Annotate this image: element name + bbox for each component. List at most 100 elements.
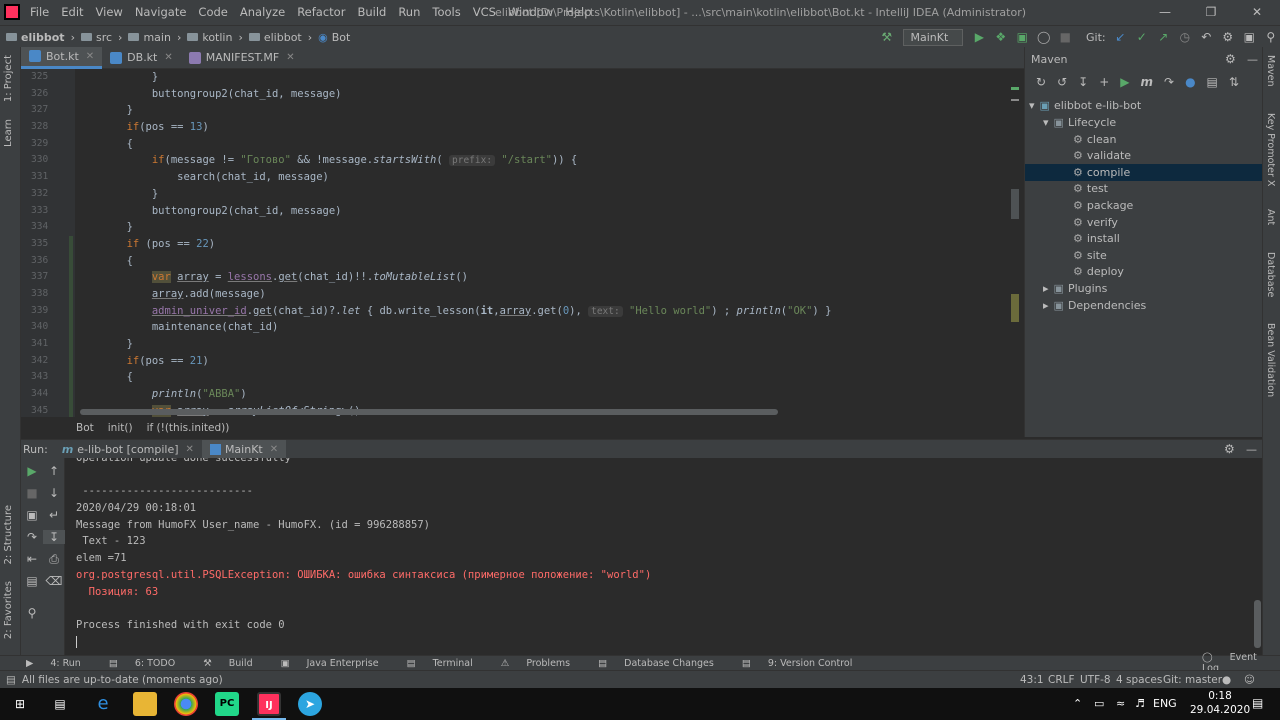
crumb-function[interactable]: init() bbox=[108, 422, 133, 434]
crumb-main[interactable]: main bbox=[143, 31, 170, 44]
goal-install[interactable]: ⚙ install bbox=[1073, 230, 1120, 247]
wifi-icon[interactable]: ≈ bbox=[1116, 697, 1125, 710]
file-explorer-icon[interactable] bbox=[133, 692, 157, 716]
menu-analyze[interactable]: Analyze bbox=[234, 0, 291, 25]
pin-icon[interactable]: ⚲ bbox=[21, 606, 43, 620]
clock-time[interactable]: 0:18 bbox=[1196, 690, 1244, 702]
restore-icon[interactable]: ❐ bbox=[1188, 0, 1234, 25]
git-commit-icon[interactable]: ✓ bbox=[1135, 30, 1148, 44]
goal-site[interactable]: ⚙ site bbox=[1073, 247, 1107, 264]
menu-code[interactable]: Code bbox=[192, 0, 233, 25]
crumb-elibbot[interactable]: elibbot bbox=[264, 31, 302, 44]
close-icon[interactable]: ✕ bbox=[286, 52, 294, 63]
tray-chevron-icon[interactable]: ⌃ bbox=[1073, 697, 1082, 710]
code-editor[interactable]: } buttongroup2(chat_id, message) } if(po… bbox=[76, 69, 1006, 417]
stop-icon[interactable]: ■ bbox=[1059, 30, 1072, 44]
dependencies-node[interactable]: ▸ ▣ Dependencies bbox=[1043, 297, 1146, 314]
download-icon[interactable]: ↧ bbox=[1078, 75, 1088, 89]
battery-icon[interactable]: ▭ bbox=[1094, 697, 1104, 710]
search-icon[interactable]: ⚲ bbox=[1264, 30, 1277, 44]
menu-run[interactable]: Run bbox=[392, 0, 426, 25]
soft-wrap-icon[interactable]: ↵ bbox=[43, 508, 65, 522]
plugins-node[interactable]: ▸ ▣ Plugins bbox=[1043, 280, 1107, 297]
tab-maven[interactable]: Maven bbox=[1265, 55, 1276, 87]
tool-tab-problems[interactable]: ⚠ Problems bbox=[501, 658, 584, 669]
tool-tab-todo[interactable]: ▤ 6: TODO bbox=[109, 658, 189, 669]
lifecycle-node[interactable]: ▾ ▣ Lifecycle bbox=[1043, 114, 1116, 131]
console-cursor[interactable] bbox=[76, 635, 1252, 648]
editor-horizontal-scrollbar[interactable] bbox=[80, 409, 778, 415]
run-icon[interactable]: ▶ bbox=[973, 30, 986, 44]
tab-ant[interactable]: Ant bbox=[1265, 209, 1276, 225]
goal-package[interactable]: ⚙ package bbox=[1073, 197, 1133, 214]
history-icon[interactable]: ◷ bbox=[1178, 30, 1191, 44]
goal-clean[interactable]: ⚙ clean bbox=[1073, 131, 1116, 148]
tab-key-promoter[interactable]: Key Promoter X bbox=[1265, 113, 1276, 186]
print-icon[interactable]: ⎙ bbox=[43, 552, 65, 567]
minimize-icon[interactable]: — bbox=[1142, 0, 1188, 25]
status-icon[interactable]: ▤ bbox=[6, 674, 16, 686]
pycharm-icon[interactable]: PC bbox=[215, 692, 239, 716]
run-config-select[interactable]: MainKt ▾ bbox=[903, 28, 963, 59]
add-icon[interactable]: + bbox=[1099, 75, 1109, 89]
intellij-icon[interactable]: IJ bbox=[257, 692, 281, 716]
run-tab-mainkt[interactable]: MainKt ✕ bbox=[201, 439, 287, 459]
console-output[interactable]: Operation update done successfully -----… bbox=[66, 458, 1252, 655]
tab-project[interactable]: 1: Project bbox=[3, 55, 14, 102]
inspector-icon[interactable]: ☺ bbox=[1244, 674, 1255, 686]
cursor-position[interactable]: 43:1 bbox=[1020, 674, 1044, 686]
telegram-icon[interactable]: ➤ bbox=[298, 692, 322, 716]
goal-validate[interactable]: ⚙ validate bbox=[1073, 147, 1131, 164]
collapse-icon[interactable]: ⇅ bbox=[1229, 75, 1239, 89]
editor-vertical-scrollbar[interactable] bbox=[1006, 69, 1024, 417]
clock-date[interactable]: 29.04.2020 bbox=[1190, 704, 1250, 716]
maven-root[interactable]: ▾ ▣ elibbot e-lib-bot bbox=[1029, 97, 1141, 114]
tab-structure[interactable]: 2: Structure bbox=[3, 505, 14, 564]
close-icon[interactable]: ✕ bbox=[1234, 0, 1280, 25]
settings-icon[interactable]: ⚙ bbox=[1225, 52, 1236, 66]
lock-icon[interactable]: ● bbox=[1222, 674, 1231, 686]
trash-icon[interactable]: ⌫ bbox=[43, 574, 65, 588]
tool-tab-terminal[interactable]: ▤ Terminal bbox=[407, 658, 487, 669]
restore-layout-icon[interactable]: ↷ bbox=[21, 530, 43, 544]
tab-db-kt[interactable]: DB.kt ✕ bbox=[102, 47, 181, 69]
chrome-icon[interactable] bbox=[174, 692, 198, 716]
notifications-icon[interactable]: ▤ bbox=[1252, 696, 1263, 710]
run-tab-compile[interactable]: m e-lib-bot [compile] ✕ bbox=[54, 440, 202, 459]
tab-bot-kt[interactable]: Bot.kt ✕ bbox=[21, 46, 103, 69]
edge-browser-icon[interactable]: e bbox=[91, 692, 115, 716]
toggle-offline-icon[interactable]: ↷ bbox=[1164, 75, 1174, 89]
line-separator[interactable]: CRLF bbox=[1048, 674, 1075, 686]
tab-favorites[interactable]: 2: Favorites bbox=[3, 581, 14, 639]
hammer-build-icon[interactable]: ⚒ bbox=[880, 30, 893, 44]
crumb-src[interactable]: src bbox=[96, 31, 112, 44]
tab-bean-validation[interactable]: Bean Validation bbox=[1265, 323, 1276, 397]
rerun-icon[interactable]: ▶ bbox=[21, 464, 43, 478]
close-icon[interactable]: ✕ bbox=[186, 444, 194, 455]
project-structure-icon[interactable]: ▣ bbox=[1243, 30, 1256, 44]
profile-icon[interactable]: ◯ bbox=[1037, 30, 1050, 44]
maven-goal-icon[interactable]: m bbox=[1140, 75, 1153, 89]
crumb-statement[interactable]: if (!(this.inited)) bbox=[147, 422, 230, 434]
volume-icon[interactable]: ♬ bbox=[1135, 697, 1145, 710]
menu-tools[interactable]: Tools bbox=[426, 0, 466, 25]
file-encoding[interactable]: UTF-8 bbox=[1080, 674, 1111, 686]
task-view-icon[interactable]: ▤ bbox=[48, 692, 72, 716]
generate-sources-icon[interactable]: ↺ bbox=[1057, 75, 1067, 89]
settings-icon[interactable]: ⚙ bbox=[1224, 442, 1235, 456]
git-update-icon[interactable]: ↙ bbox=[1114, 30, 1127, 44]
exit-icon[interactable]: ⇤ bbox=[21, 552, 43, 566]
tool-tab-run[interactable]: ▶ 4: Run bbox=[26, 658, 95, 669]
close-icon[interactable]: ✕ bbox=[164, 52, 172, 63]
stop-icon[interactable]: ■ bbox=[21, 486, 43, 500]
console-scrollbar[interactable] bbox=[1254, 600, 1261, 648]
run-icon[interactable]: ▶ bbox=[1120, 75, 1129, 89]
menu-view[interactable]: View bbox=[90, 0, 129, 25]
tool-tab-version-control[interactable]: ▤ 9: Version Control bbox=[742, 658, 867, 669]
minimize-panel-icon[interactable]: — bbox=[1246, 443, 1257, 456]
goal-compile[interactable]: ⚙ compile bbox=[1073, 164, 1130, 181]
crumb-project[interactable]: elibbot bbox=[21, 31, 65, 44]
goal-deploy[interactable]: ⚙ deploy bbox=[1073, 263, 1124, 280]
down-arrow-icon[interactable]: ↓ bbox=[43, 486, 65, 500]
crumb-bot[interactable]: Bot bbox=[332, 31, 351, 44]
